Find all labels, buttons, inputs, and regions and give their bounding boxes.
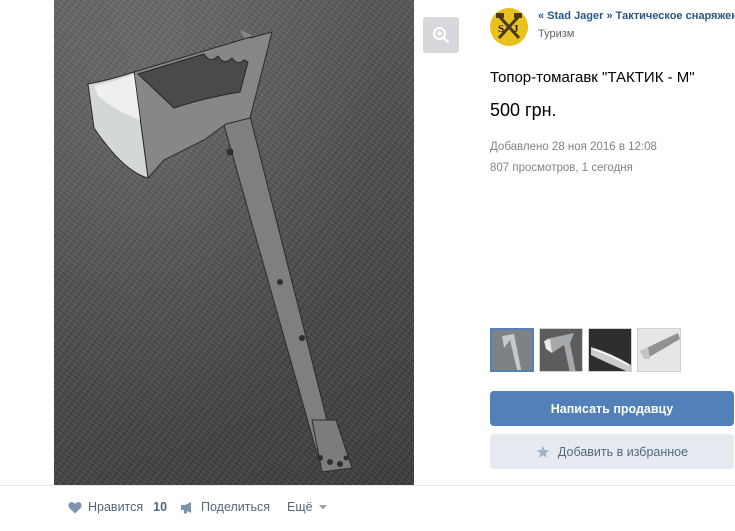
megaphone-icon xyxy=(181,501,191,513)
group-category[interactable]: Туризм xyxy=(538,28,574,40)
like-label: Нравится xyxy=(88,500,144,514)
thumbnail-2[interactable] xyxy=(539,328,583,372)
heart-icon xyxy=(68,501,82,513)
zoom-button[interactable] xyxy=(423,17,459,53)
add-favorites-button[interactable]: Добавить в избранное xyxy=(490,434,734,469)
group-name-link[interactable]: « Stad Jager » Тактическое снаряжение xyxy=(538,10,735,22)
thumbnail-1[interactable] xyxy=(490,328,534,372)
share-button[interactable]: Поделиться xyxy=(180,500,270,514)
photo-viewer xyxy=(0,0,474,485)
more-label: Ещё xyxy=(287,500,313,514)
svg-text:J: J xyxy=(513,23,519,35)
view-count: 807 просмотров, 1 сегодня xyxy=(490,162,633,174)
product-sidebar: S J « Stad Jager » Тактическое снаряжени… xyxy=(474,0,735,485)
star-icon xyxy=(536,445,550,458)
action-bar: Нравится 10 Поделиться Ещё xyxy=(0,485,735,531)
photo-thumbnails xyxy=(490,328,690,374)
product-price: 500 грн. xyxy=(490,100,557,120)
like-button[interactable]: Нравится 10 xyxy=(68,500,167,514)
share-label: Поделиться xyxy=(201,500,271,514)
like-count: 10 xyxy=(153,500,168,514)
product-photo[interactable] xyxy=(54,0,414,485)
group-avatar[interactable]: S J xyxy=(490,8,528,46)
added-date: Добавлено 28 ноя 2016 в 12:08 xyxy=(490,141,657,153)
add-favorites-label: Добавить в избранное xyxy=(557,444,689,459)
svg-text:S: S xyxy=(498,23,504,35)
thumbnail-3[interactable] xyxy=(588,328,632,372)
zoom-in-icon xyxy=(433,27,450,44)
axe-image xyxy=(87,30,353,473)
more-button[interactable]: Ещё xyxy=(287,500,327,514)
group-logo: S J xyxy=(490,8,528,46)
chevron-down-icon xyxy=(318,504,327,509)
thumbnail-4[interactable] xyxy=(637,328,681,372)
write-seller-button[interactable]: Написать продавцу xyxy=(490,391,734,426)
product-title: Топор-томагавк "ТАКТИК - М" xyxy=(490,69,695,86)
